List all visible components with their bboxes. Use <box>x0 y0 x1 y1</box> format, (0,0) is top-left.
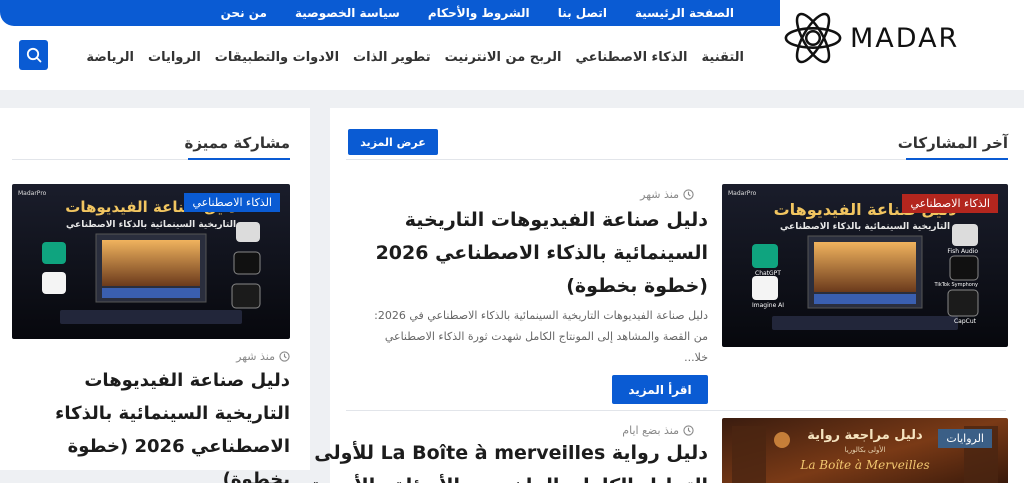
site-logo[interactable]: MADAR <box>782 6 978 70</box>
post-title[interactable]: دليل رواية La Boîte à merveilles للأولى … <box>268 437 708 470</box>
top-link-about[interactable]: من نحن <box>221 6 267 20</box>
section-divider <box>346 159 906 160</box>
category-badge[interactable]: الروايات <box>938 429 992 448</box>
main-nav: التقنية الذكاء الاصطناعي الربح من الانتر… <box>72 46 744 68</box>
thumbnail-brand: MadarPro <box>18 190 47 197</box>
clock-icon <box>279 351 290 362</box>
thumbnail-subheading: La Boîte à Merveilles <box>800 458 930 472</box>
category-badge[interactable]: الذكاء الاصطناعي <box>902 194 998 213</box>
app-label-tiktok: TikTok Symphony <box>934 282 978 288</box>
post-time-text: منذ شهر <box>236 350 275 363</box>
post-divider <box>346 410 1006 411</box>
view-more-button[interactable]: عرض المزيد <box>348 129 438 155</box>
app-label-imagine: Imagine AI <box>752 302 785 309</box>
logo-text: MADAR <box>850 22 960 54</box>
atom-logo-icon <box>784 12 842 64</box>
search-icon <box>26 47 41 63</box>
post-thumbnail[interactable]: دليل مراجعة رواية La Boîte à Merveilles … <box>722 418 1008 483</box>
app-label-chatgpt: ChatGPT <box>755 270 781 277</box>
latest-posts-title: آخر المشاركات <box>897 134 1008 152</box>
post-thumbnail[interactable]: دليل صناعة الفيديوهات التاريخية السينمائ… <box>722 184 1008 347</box>
nav-item-ai[interactable]: الذكاء الاصطناعي <box>575 50 687 65</box>
nav-item-tech[interactable]: التقنية <box>702 50 745 65</box>
top-link-terms[interactable]: الشروط والأحكام <box>428 6 530 20</box>
app-label-fish-audio: Fish Audio <box>947 248 978 255</box>
top-link-contact[interactable]: اتصل بنا <box>558 6 607 20</box>
search-button[interactable] <box>19 40 48 70</box>
post-excerpt: دليل صناعة الفيديوهات التاريخية السينمائ… <box>374 309 708 364</box>
top-bar: الصفحة الرئيسية اتصل بنا الشروط والأحكام… <box>0 0 780 26</box>
post-time: منذ شهر <box>236 350 290 363</box>
thumbnail-brand: MadarPro <box>728 190 757 197</box>
featured-post-section: مشاركة مميزة دليل صناعة الفيديوهات التار… <box>0 108 310 483</box>
title-underline <box>906 158 1008 160</box>
featured-post-title[interactable]: دليل صناعة الفيديوهات التاريخية السينمائ… <box>12 364 290 483</box>
top-link-home[interactable]: الصفحة الرئيسية <box>635 6 734 20</box>
read-more-button[interactable]: اقرأ المزيد <box>612 375 708 404</box>
thumbnail-subheading: التاريخية السينمائية بالذكاء الاصطناعي <box>65 220 237 230</box>
thumbnail-subheading: التاريخية السينمائية بالذكاء الاصطناعي <box>779 222 951 232</box>
nav-item-novels[interactable]: الروايات <box>148 50 201 65</box>
nav-item-sports[interactable]: الرياضة <box>86 50 134 65</box>
nav-item-online-income[interactable]: الربح من الانترنيت <box>445 50 562 65</box>
post-title[interactable]: دليل صناعة الفيديوهات التاريخية السينمائ… <box>368 204 708 303</box>
latest-posts-section: آخر المشاركات عرض المزيد دليل صناعة الفي… <box>268 108 1024 483</box>
clock-icon <box>683 425 694 436</box>
featured-title: مشاركة مميزة <box>184 134 290 152</box>
top-link-privacy[interactable]: سياسة الخصوصية <box>295 6 400 20</box>
site-header: الصفحة الرئيسية اتصل بنا الشروط والأحكام… <box>0 0 1024 90</box>
nav-item-tools-apps[interactable]: الادوات والتطبيقات <box>215 50 339 65</box>
category-badge[interactable]: الذكاء الاصطناعي <box>184 193 280 212</box>
featured-thumbnail[interactable]: دليل صناعة الفيديوهات التاريخية السينمائ… <box>12 184 290 339</box>
title-underline <box>188 158 290 160</box>
post-title-continued[interactable]: التحليل الكامل، الملخص، والأسئلة والأجوب… <box>310 470 708 483</box>
nav-item-self-development[interactable]: تطوير الذات <box>353 50 431 65</box>
post-time-text: منذ بضع ايام <box>622 424 679 437</box>
clock-icon <box>683 189 694 200</box>
post-time: منذ بضع ايام <box>622 424 694 437</box>
post-time-text: منذ شهر <box>640 188 679 201</box>
post-time: منذ شهر <box>640 188 694 201</box>
section-divider <box>12 159 188 160</box>
app-label-capcut: CapCut <box>953 318 976 325</box>
